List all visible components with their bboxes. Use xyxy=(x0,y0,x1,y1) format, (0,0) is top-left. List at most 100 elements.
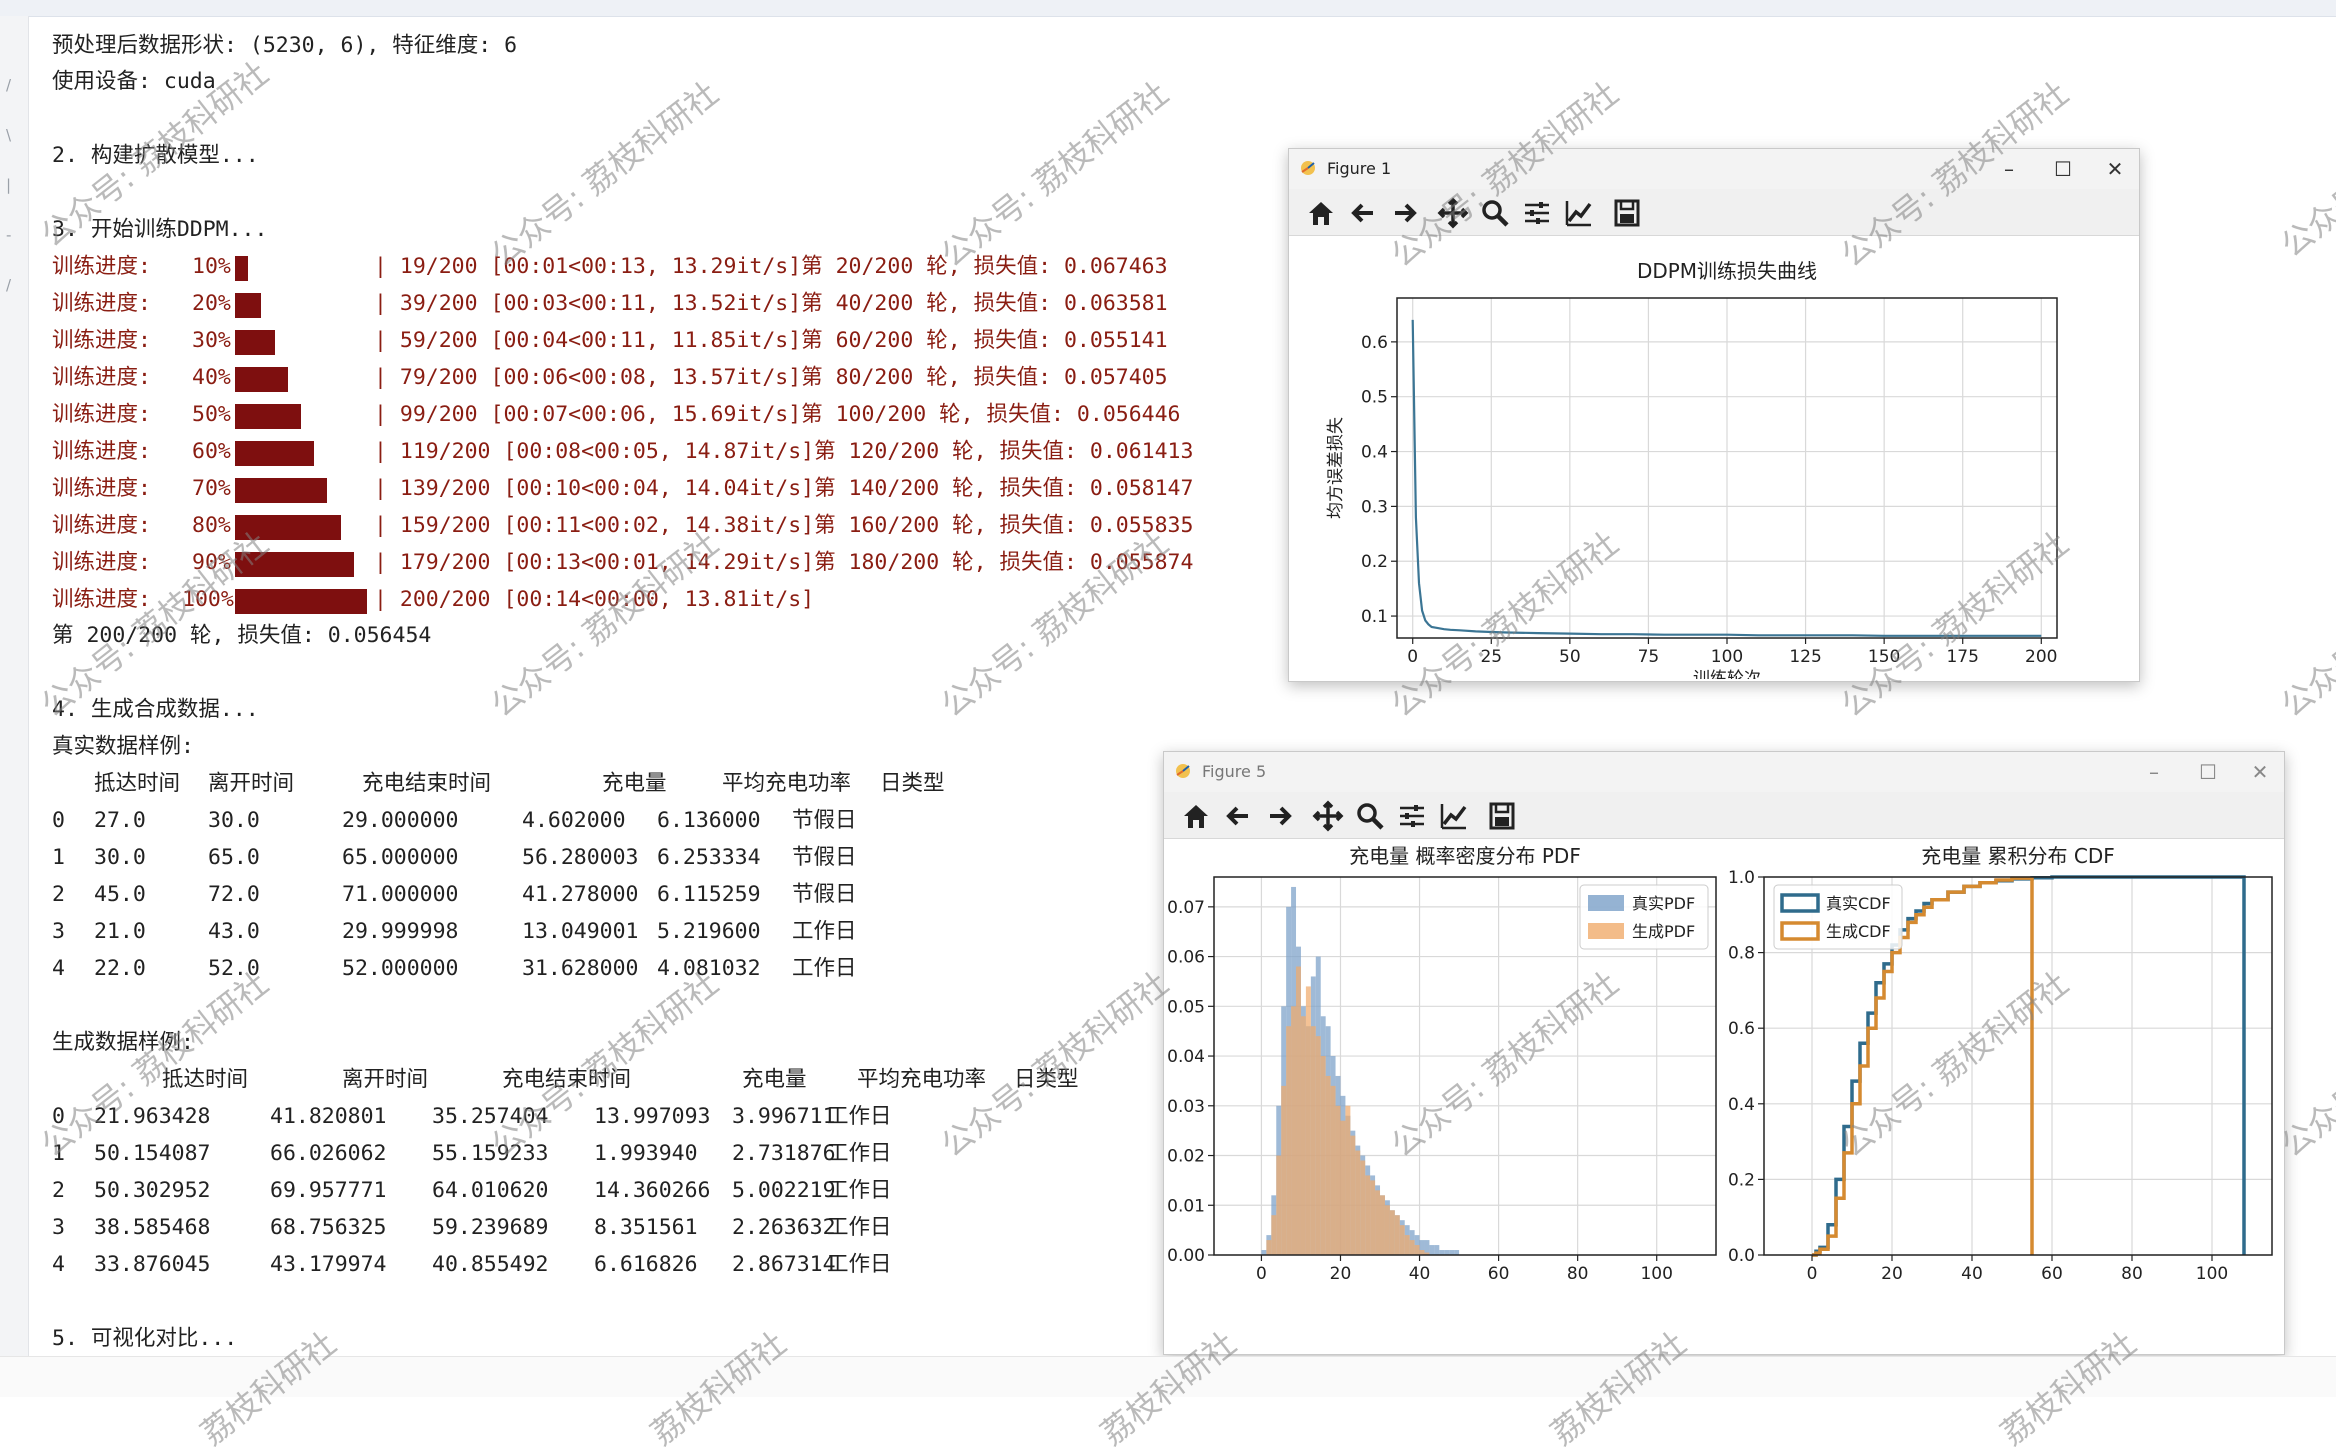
progress-row: 训练进度: 80%| | 159/200 [00:11<00:02, 14.38it… xyxy=(52,510,1292,542)
home-icon[interactable] xyxy=(1180,800,1212,832)
y-tick-label: 0.5 xyxy=(1361,388,1388,408)
progress-stats: | 79/200 [00:06<00:08, 13.57it/s]第 80/20… xyxy=(374,365,1168,390)
edit-curve-icon[interactable] xyxy=(1563,197,1595,229)
table-cell: 40.855492 xyxy=(432,1252,549,1277)
progress-stats: | 200/200 [00:14<00:00, 13.81it/s] xyxy=(374,587,815,612)
console-line: 预处理后数据形状: (5230, 6), 特征维度: 6 xyxy=(52,33,518,58)
pan-icon[interactable] xyxy=(1437,197,1469,229)
progress-row: 训练进度: 60%| | 119/200 [00:08<00:05, 14.87it… xyxy=(52,436,1292,468)
watermark-text: 公众号: 荔枝科研社 xyxy=(933,964,1176,1165)
y-tick-label: 0.4 xyxy=(1728,1095,1755,1115)
progress-bar-fill xyxy=(235,367,288,392)
table-cell: 5.002219 xyxy=(732,1178,836,1203)
progress-row: 训练进度: 40%| | 79/200 [00:06<00:08, 13.57it/… xyxy=(52,362,1292,394)
table-cell: 52.000000 xyxy=(342,956,459,981)
x-axis-label: 训练轮次 xyxy=(1693,669,1761,679)
figure5-titlebar[interactable]: Figure 5 – ☐ ✕ xyxy=(1164,752,2284,792)
table-cell: 30.0 xyxy=(94,845,146,870)
configure-icon[interactable] xyxy=(1521,197,1553,229)
save-icon[interactable] xyxy=(1486,800,1518,832)
pan-icon[interactable] xyxy=(1312,800,1344,832)
y-tick-label: 0.0 xyxy=(1728,1246,1755,1266)
pdf-bar xyxy=(1315,1036,1321,1255)
table-header: 抵达时间 xyxy=(162,1067,249,1092)
editor-gutter: / \ | - / xyxy=(0,16,29,1356)
x-tick-label: 80 xyxy=(2121,1264,2143,1284)
table-cell: 45.0 xyxy=(94,882,146,907)
y-tick-label: 0.4 xyxy=(1361,443,1388,463)
table-cell: 65.0 xyxy=(208,845,260,870)
progress-stats: | 159/200 [00:11<00:02, 14.38it/s]第 160/… xyxy=(374,513,1194,538)
x-tick-label: 100 xyxy=(2196,1264,2228,1284)
table-cell: 0 xyxy=(52,808,65,833)
table-cell: 6.253334 xyxy=(657,845,761,870)
progress-bar-fill xyxy=(235,589,367,614)
forward-icon[interactable] xyxy=(1389,197,1421,229)
figure1-window[interactable]: Figure 1 – ☐ ✕ 0 25 50 75 100 125 150 175 200 0.1… xyxy=(1288,148,2140,682)
table-header: 平均充电功率 xyxy=(857,1067,987,1092)
zoom-icon[interactable] xyxy=(1479,197,1511,229)
table-cell: 工作日 xyxy=(827,1215,892,1240)
back-icon[interactable] xyxy=(1222,800,1254,832)
progress-stats: | 39/200 [00:03<00:11, 13.52it/s]第 40/20… xyxy=(374,291,1168,316)
table-cell: 43.179974 xyxy=(270,1252,387,1277)
pdf-bar xyxy=(1296,966,1301,1255)
table-cell: 27.0 xyxy=(94,808,146,833)
zoom-icon[interactable] xyxy=(1354,800,1386,832)
table-cell: 38.585468 xyxy=(94,1215,211,1240)
back-icon[interactable] xyxy=(1347,197,1379,229)
pdf-bar xyxy=(1360,1160,1366,1255)
x-tick-label: 125 xyxy=(1789,647,1821,667)
progress-label: 训练进度: xyxy=(52,328,151,353)
pdf-bar xyxy=(1320,1056,1326,1255)
table-cell: 55.159233 xyxy=(432,1141,549,1166)
console-line: 使用设备: cuda xyxy=(52,69,216,94)
progress-bar-fill xyxy=(235,256,248,281)
x-tick-label: 40 xyxy=(1409,1264,1431,1284)
table-cell: 工作日 xyxy=(827,1141,892,1166)
figure5-title: Figure 5 xyxy=(1202,762,1267,781)
table-cell: 5.219600 xyxy=(657,919,761,944)
progress-bar-fill xyxy=(235,441,314,466)
table-cell: 2.731876 xyxy=(732,1141,836,1166)
x-tick-label: 175 xyxy=(1946,647,1978,667)
table-cell: 4 xyxy=(52,956,65,981)
maximize-button[interactable]: ☐ xyxy=(2043,155,2083,183)
maximize-button[interactable]: ☐ xyxy=(2188,758,2228,786)
pdf-bar xyxy=(1286,1026,1292,1255)
close-button[interactable]: ✕ xyxy=(2095,155,2135,183)
pdf-bar xyxy=(1380,1195,1385,1255)
legend-label: 真实CDF xyxy=(1826,894,1891,913)
pdf-bar xyxy=(1375,1190,1381,1255)
progress-stats: | 59/200 [00:04<00:11, 11.85it/s]第 60/20… xyxy=(374,328,1168,353)
configure-icon[interactable] xyxy=(1396,800,1428,832)
figure5-window[interactable]: Figure 5 – ☐ ✕ 0 20 40 60 80 100 0.00 0.01 0.02 0… xyxy=(1163,751,2285,1355)
home-icon[interactable] xyxy=(1305,197,1337,229)
table-cell: 14.360266 xyxy=(594,1178,711,1203)
legend-swatch xyxy=(1588,923,1624,939)
table-cell: 43.0 xyxy=(208,919,260,944)
table-cell: 41.820801 xyxy=(270,1104,387,1129)
figure5-toolbar xyxy=(1164,792,2284,839)
progress-bar-fill xyxy=(235,478,327,503)
progress-bar-fill xyxy=(235,404,301,429)
legend-label: 生成CDF xyxy=(1826,922,1891,941)
console-output: 预处理后数据形状: (5230, 6), 特征维度: 6 使用设备: cuda … xyxy=(52,30,1292,1351)
y-tick-label: 0.04 xyxy=(1167,1047,1205,1067)
table-cell: 工作日 xyxy=(827,1104,892,1129)
table-cell: 节假日 xyxy=(792,882,857,907)
progress-label: 训练进度: xyxy=(52,513,151,538)
figure1-titlebar[interactable]: Figure 1 – ☐ ✕ xyxy=(1289,149,2139,189)
table-cell: 35.257404 xyxy=(432,1104,549,1129)
pdf-bar xyxy=(1394,1215,1400,1255)
minimize-button[interactable]: – xyxy=(1989,155,2029,183)
minimize-button[interactable]: – xyxy=(2134,758,2174,786)
save-icon[interactable] xyxy=(1611,197,1643,229)
table-cell: 工作日 xyxy=(827,1252,892,1277)
progress-label: 训练进度: xyxy=(52,439,151,464)
edit-curve-icon[interactable] xyxy=(1438,800,1470,832)
forward-icon[interactable] xyxy=(1264,800,1296,832)
close-button[interactable]: ✕ xyxy=(2240,758,2280,786)
progress-row: 训练进度: 90%| | 179/200 [00:13<00:01, 14.29it… xyxy=(52,547,1292,579)
pdf-bar xyxy=(1345,1105,1351,1255)
